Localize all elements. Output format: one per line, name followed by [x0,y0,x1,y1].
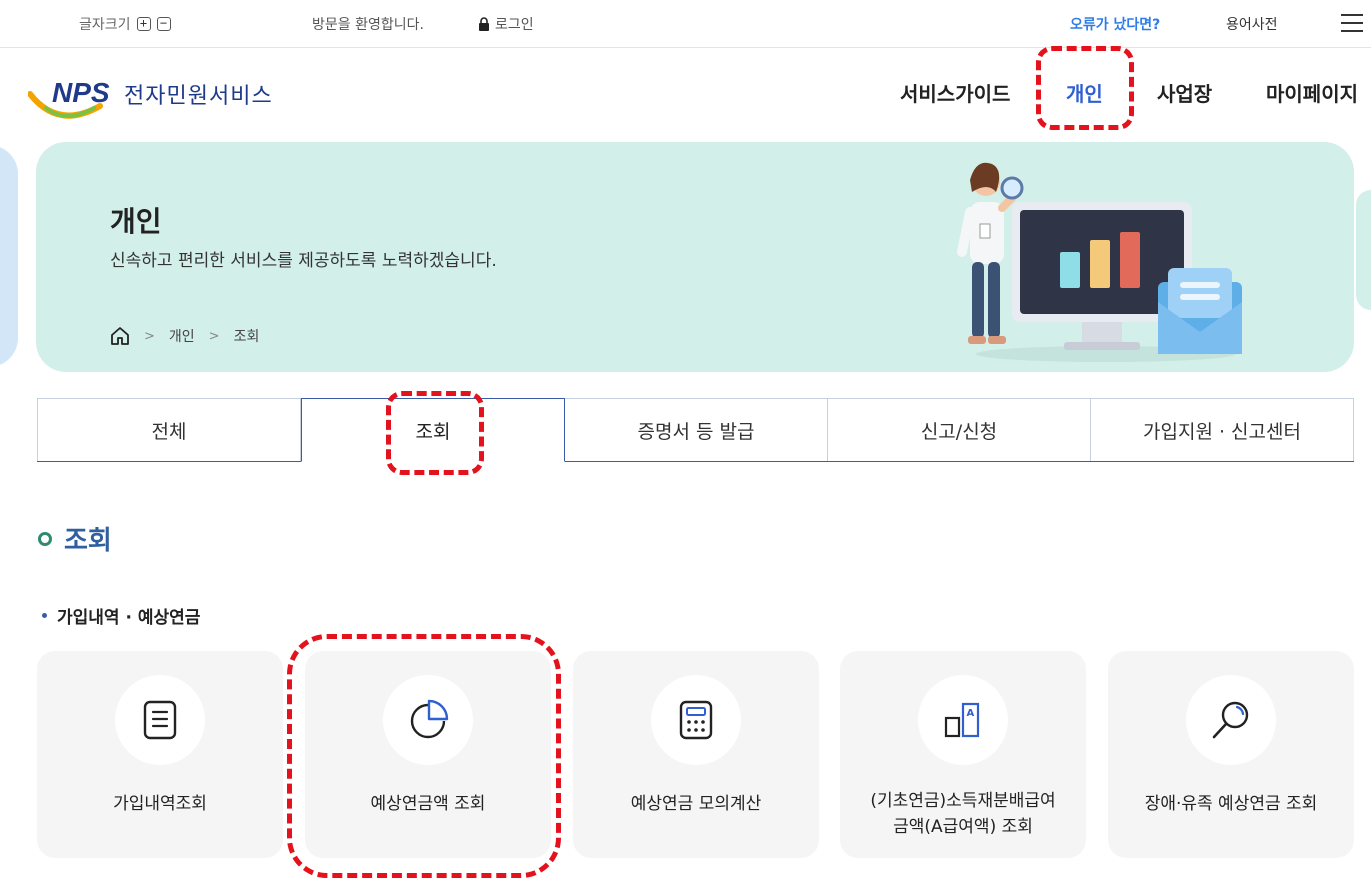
card-disability-survivor-pension[interactable]: 장애·유족 예상연금 조회 [1108,651,1354,858]
font-increase-button[interactable]: + [136,17,151,31]
section-title-text: 조회 [64,526,112,556]
card-icon-circle [115,675,205,765]
font-size-label: 글자크기 [79,17,131,33]
tab-all[interactable]: 전체 [37,398,301,461]
glossary-link[interactable]: 용어사전 [1226,14,1278,34]
nav-mypage[interactable]: 마이페이지 [1266,78,1358,107]
welcome-text: 방문을 환영합니다. [312,17,424,33]
font-size-control: 글자크기 + − [79,14,171,34]
dot-bullet-icon [42,613,47,618]
font-decrease-button[interactable]: − [156,17,171,31]
calculator-icon [679,700,713,740]
hamburger-menu-icon[interactable] [1341,14,1363,32]
tab-support-center[interactable]: 가입지원 · 신고센터 [1091,398,1354,461]
tab-report-apply[interactable]: 신고/신청 [828,398,1091,461]
breadcrumb-separator-icon: > [144,328,155,344]
card-enrollment-history[interactable]: 가입내역조회 [37,651,283,858]
tab-certificate[interactable]: 증명서 등 발급 [565,398,828,461]
logo-service-name: 전자민원서비스 [124,84,273,109]
page-title: 개인 [110,205,162,238]
card-label: 예상연금 모의계산 [630,794,762,814]
bar-compare-icon: A [944,702,980,738]
subsection-title-text: 가입내역 · 예상연금 [57,608,201,628]
nav-service-guide[interactable]: 서비스가이드 [900,78,1010,107]
nav-personal[interactable]: 개인 [1066,78,1103,107]
card-label-line: (기초연금)소득재분배급여 [870,791,1056,811]
login-label: 로그인 [495,17,534,33]
card-pension-simulation[interactable]: 예상연금 모의계산 [573,651,819,858]
card-income-redistribution[interactable]: A (기초연금)소득재분배급여 금액(A급여액) 조회 [840,651,1086,858]
card-icon-circle [1186,675,1276,765]
nps-logo-mark: NPS [28,77,110,119]
card-label: 가입내역조회 [113,794,207,814]
magnifier-icon [1212,701,1249,739]
nps-logo[interactable]: NPS 전자민원서비스 [28,72,288,124]
card-expected-pension[interactable]: 예상연금액 조회 [305,651,551,858]
card-label-line: 금액(A급여액) 조회 [893,817,1033,837]
card-icon-circle: A [918,675,1008,765]
section-title: 조회 [38,520,112,557]
top-utility-bar: 글자크기 + − 방문을 환영합니다. 로그인 오류가 났다면? 용어사전 [0,0,1371,48]
document-icon [143,700,177,740]
ring-bullet-icon [38,531,52,546]
breadcrumb-inquiry[interactable]: 조회 [234,326,260,346]
left-decoration [0,145,18,367]
page-banner: 개인 신속하고 편리한 서비스를 제공하도록 노력하겠습니다. > 개인 > 조… [36,142,1354,372]
login-link[interactable]: 로그인 [478,14,534,34]
error-report-link[interactable]: 오류가 났다면? [1070,14,1160,34]
card-icon-circle [383,675,473,765]
tab-inquiry[interactable]: 조회 [301,398,565,462]
svg-text:NPS: NPS [52,77,110,108]
lock-icon [479,17,489,31]
svg-text:A: A [967,708,975,719]
card-icon-circle [651,675,741,765]
page-description: 신속하고 편리한 서비스를 제공하도록 노력하겠습니다. [110,251,497,271]
category-tabs: 전체 조회 증명서 등 발급 신고/신청 가입지원 · 신고센터 [37,398,1354,462]
breadcrumb-personal[interactable]: 개인 [169,326,195,346]
right-decoration [1356,190,1371,310]
subsection-title: 가입내역 · 예상연금 [42,603,200,628]
breadcrumb-separator-icon: > [208,328,220,344]
home-icon[interactable] [110,326,130,346]
banner-illustration [957,162,1242,362]
card-label: 예상연금액 조회 [370,794,486,814]
nav-business[interactable]: 사업장 [1157,78,1212,107]
card-label: 장애·유족 예상연금 조회 [1144,794,1318,814]
breadcrumb: > 개인 > 조회 [110,326,259,346]
pie-chart-icon [410,699,449,739]
card-label: (기초연금)소득재분배급여 금액(A급여액) 조회 [848,788,1078,840]
